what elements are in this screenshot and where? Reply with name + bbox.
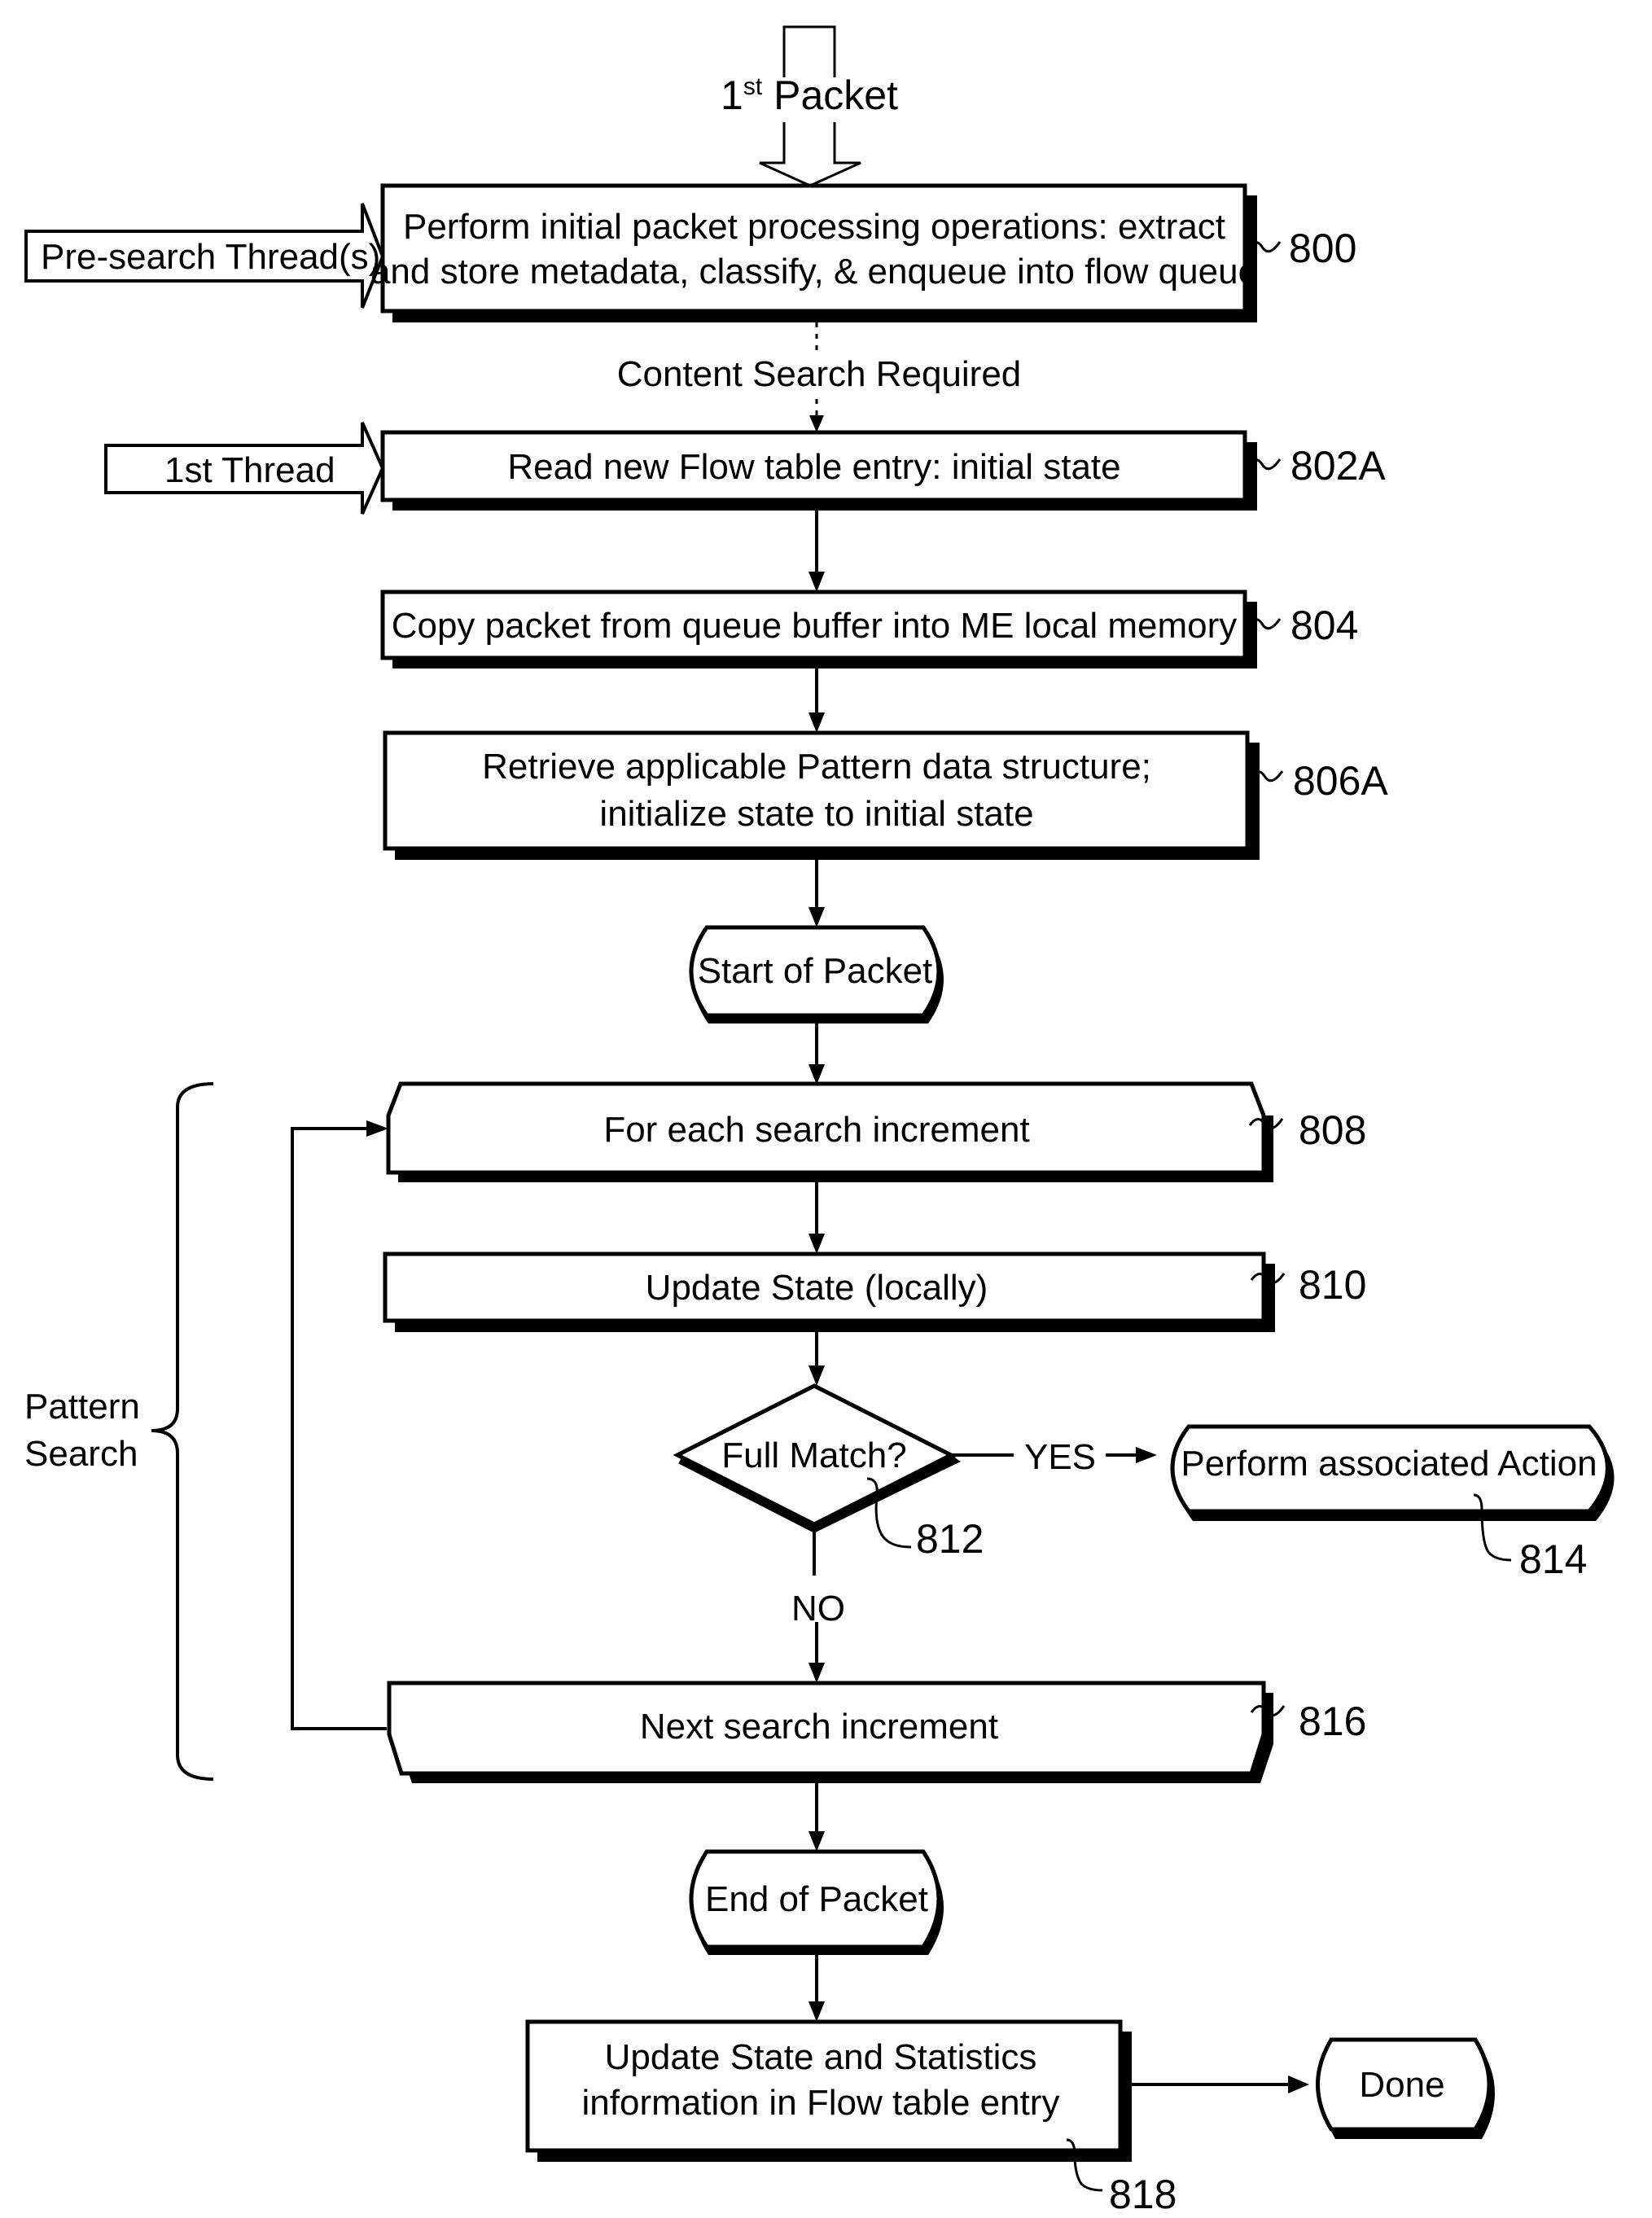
pattern-search-group: Pattern Search: [24, 1082, 214, 1781]
ref-label-816: 816: [1299, 1699, 1366, 1744]
done-terminal[interactable]: Done: [1316, 2037, 1496, 2139]
step-816[interactable]: Next search increment: [387, 1681, 1273, 1783]
ref-label-810: 810: [1299, 1262, 1366, 1308]
step-808-text: For each search increment: [603, 1110, 1029, 1150]
first-packet-label: 1st Packet: [721, 72, 898, 118]
done-text: Done: [1359, 2065, 1444, 2105]
end-of-packet-text: End of Packet: [705, 1879, 928, 1919]
step-802a[interactable]: Read new Flow table entry: initial state: [380, 430, 1257, 511]
arrowhead: [1288, 2076, 1309, 2093]
arrowhead: [366, 1120, 388, 1137]
ref-label-806a: 806A: [1293, 758, 1388, 804]
arrowhead: [808, 1831, 825, 1852]
action-814-text: Perform associated Action: [1181, 1444, 1597, 1484]
step-808[interactable]: For each search increment: [386, 1081, 1273, 1182]
step-818-line2: information in Flow table entry: [582, 2083, 1060, 2123]
ref-label-804: 804: [1290, 603, 1358, 648]
start-of-packet-text: Start of Packet: [698, 951, 933, 991]
arrowhead: [808, 1064, 825, 1085]
first-thread-arrow: 1st Thread: [104, 422, 385, 515]
step-802a-text: Read new Flow table entry: initial state: [507, 447, 1120, 487]
ref-label-818: 818: [1109, 2172, 1177, 2217]
step-810[interactable]: Update State (locally): [383, 1251, 1275, 1332]
step-810-text: Update State (locally): [646, 1268, 988, 1308]
arrowhead: [1136, 1447, 1157, 1463]
step-800-line2: and store metadata, classify, & enqueue …: [370, 252, 1258, 291]
arrowhead: [808, 712, 825, 733]
flowchart-canvas: 1st Packet Pre-search Thread(s) Perform …: [24, 25, 1615, 2217]
pattern-search-label-line2: Search: [24, 1434, 138, 1474]
arrowhead: [808, 1365, 825, 1386]
step-818-line1: Update State and Statistics: [605, 2037, 1037, 2077]
ref-label-802a: 802A: [1290, 443, 1386, 489]
step-800-line1: Perform initial packet processing operat…: [403, 207, 1225, 247]
step-818[interactable]: Update State and Statistics information …: [525, 2019, 1132, 2162]
step-804[interactable]: Copy packet from queue buffer into ME lo…: [380, 590, 1257, 668]
pre-search-thread-label: Pre-search Thread(s): [41, 237, 380, 277]
step-806a-line1: Retrieve applicable Pattern data structu…: [482, 747, 1151, 787]
first-thread-label: 1st Thread: [164, 450, 335, 490]
ref-label-808: 808: [1299, 1107, 1366, 1153]
step-816-text: Next search increment: [640, 1707, 998, 1747]
arrowhead: [808, 572, 825, 592]
decision-812[interactable]: Full Match?: [673, 1383, 961, 1533]
step-804-text: Copy packet from queue buffer into ME lo…: [392, 606, 1238, 646]
pattern-search-label-line1: Pattern: [24, 1387, 140, 1427]
pre-search-thread-arrow: Pre-search Thread(s): [24, 203, 385, 309]
step-800[interactable]: Perform initial packet processing operat…: [370, 183, 1258, 322]
content-search-required-label: Content Search Required: [617, 354, 1022, 394]
decision-812-text: Full Match?: [721, 1436, 906, 1475]
end-of-packet-terminal[interactable]: End of Packet: [689, 1849, 944, 1955]
yes-label: YES: [1024, 1437, 1096, 1477]
step-806a-line2: initialize state to initial state: [599, 794, 1033, 834]
arrowhead: [808, 907, 825, 927]
start-of-packet-terminal[interactable]: Start of Packet: [689, 925, 944, 1024]
arrowhead: [809, 415, 824, 432]
curly-brace: [151, 1082, 214, 1781]
arrowhead: [808, 1663, 825, 1683]
first-packet-arrow: 1st Packet: [721, 25, 898, 187]
loop-back-connector: [291, 1127, 387, 1730]
ref-label-800: 800: [1289, 226, 1356, 271]
action-814-terminal[interactable]: Perform associated Action: [1170, 1424, 1615, 1521]
ref-label-814: 814: [1519, 1536, 1587, 1582]
arrowhead: [808, 2001, 825, 2022]
arrowhead: [808, 1234, 825, 1254]
step-806a[interactable]: Retrieve applicable Pattern data structu…: [383, 730, 1260, 860]
ref-label-812: 812: [916, 1516, 984, 1562]
